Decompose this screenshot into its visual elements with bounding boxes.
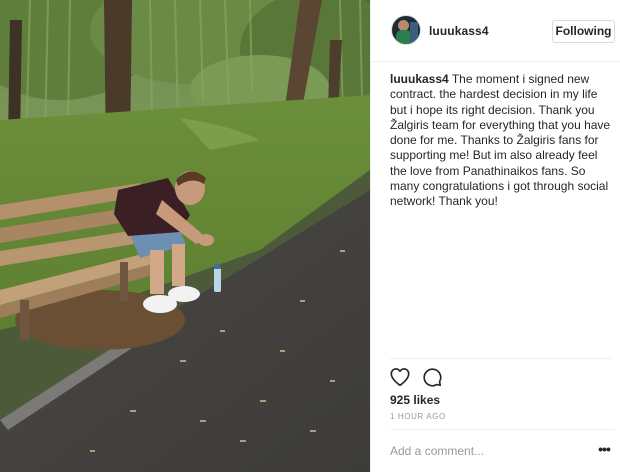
avatar-background-figure — [410, 22, 418, 42]
caption-text: The moment i signed new contract. the ha… — [390, 72, 611, 209]
post-caption: luuukass4 The moment i signed new contra… — [390, 72, 612, 210]
more-options-icon[interactable]: ••• — [596, 442, 612, 458]
likes-count[interactable]: 925 likes — [390, 393, 440, 407]
post-side-panel: luuukass4 Following luuukass4 The moment… — [370, 0, 620, 472]
following-button[interactable]: Following — [552, 20, 615, 43]
park-bench-photo — [0, 0, 370, 472]
speech-bubble-icon[interactable] — [421, 366, 443, 388]
caption-username[interactable]: luuukass4 — [390, 72, 449, 86]
heart-icon[interactable] — [389, 366, 411, 388]
comment-bar: ••• — [390, 429, 614, 472]
actions-divider — [390, 358, 611, 359]
post-photo[interactable] — [0, 0, 370, 472]
header-username[interactable]: luuukass4 — [429, 24, 489, 38]
post-header: luuukass4 Following — [371, 0, 620, 62]
comment-input[interactable] — [390, 443, 580, 459]
post-timestamp[interactable]: 1 HOUR AGO — [390, 412, 446, 421]
avatar[interactable] — [391, 15, 421, 45]
